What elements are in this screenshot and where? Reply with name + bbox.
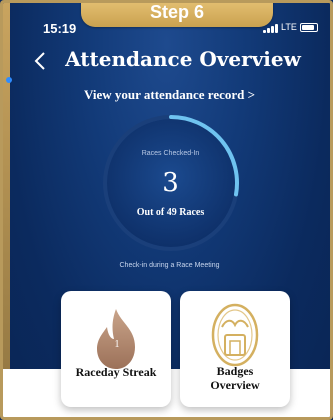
raceday-streak-label: Raceday Streak [75,365,157,379]
raceday-streak-card[interactable]: 1 Raceday Streak [61,291,171,407]
badges-label-line1: Badges [216,364,254,378]
badge-icon [211,303,259,367]
streak-number: 1 [114,339,120,350]
app-frame: 15:19 Step 6 LTE Attendance Overview Vie… [0,0,333,420]
badges-overview-card[interactable]: Badges Overview [180,291,290,407]
checked-in-count: 3 [162,168,179,198]
badges-label-line2: Overview [210,378,260,392]
progress-label: Races Checked-In [141,150,200,157]
total-races-label: Out of 49 Races [136,207,205,218]
checkin-hint: Check-in during a Race Meeting [119,262,220,269]
